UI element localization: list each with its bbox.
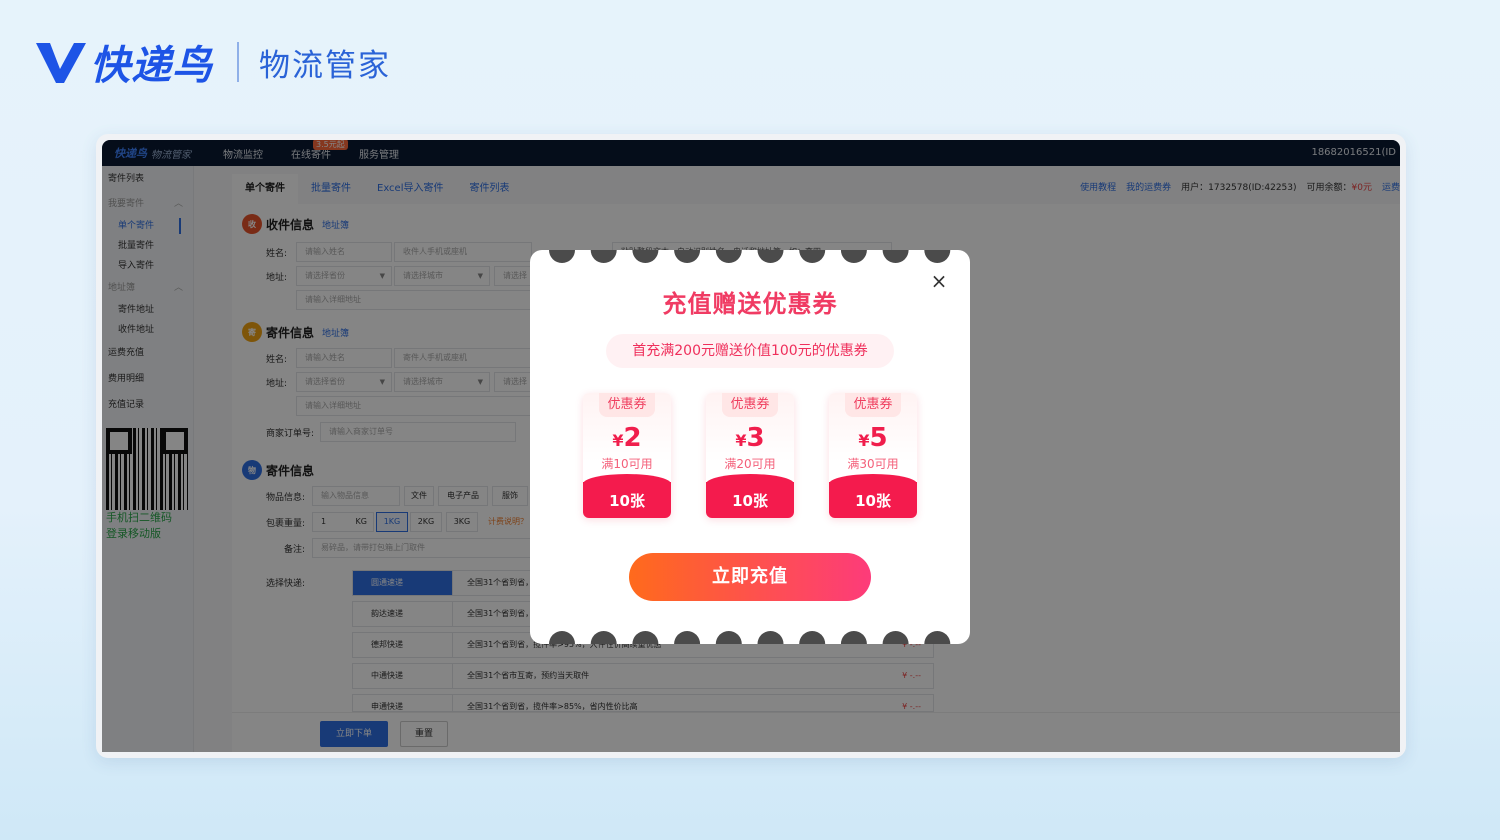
coupon-condition: 满30可用 [847, 457, 899, 471]
coupon-amount: ¥3 [706, 423, 794, 453]
coupon-card: 优惠券 ¥5 满30可用 10张 [829, 393, 917, 518]
coupon-condition: 满10可用 [601, 457, 653, 471]
coupon-yen: ¥ [858, 431, 870, 450]
coupon-tag: 优惠券 [845, 393, 901, 417]
recharge-now-button[interactable]: 立即充值 [629, 553, 871, 601]
coupon-card: 优惠券 ¥3 满20可用 10张 [706, 393, 794, 518]
coupon-tag: 优惠券 [722, 393, 778, 417]
brand-logo: 快递鸟 [34, 33, 213, 91]
coupon-amount: ¥5 [829, 423, 917, 453]
coupon-tag: 优惠券 [599, 393, 655, 417]
brand-divider [237, 42, 239, 82]
coupon-card: 优惠券 ¥2 满10可用 10张 [583, 393, 671, 518]
coupon-count: 10张 [706, 474, 794, 518]
coupon-amount-value: 2 [623, 423, 642, 453]
brand-subtitle: 物流管家 [259, 47, 391, 84]
coupon-modal: × 充值赠送优惠券 首充满200元赠送价值100元的优惠券 优惠券 ¥2 满10… [530, 250, 970, 644]
v-logo-icon [36, 43, 86, 83]
coupon-amount-value: 3 [746, 423, 765, 453]
brand-header: 快递鸟 物流管家 [34, 33, 391, 91]
modal-title: 充值赠送优惠券 [662, 290, 838, 318]
coupon-amount-value: 5 [869, 423, 888, 453]
coupon-yen: ¥ [735, 431, 747, 450]
coupon-amount: ¥2 [583, 423, 671, 453]
brand-name: 快递鸟 [90, 43, 213, 89]
coupon-count: 10张 [829, 474, 917, 518]
coupon-count: 10张 [583, 474, 671, 518]
coupon-condition: 满20可用 [724, 457, 776, 471]
promo-pill: 首充满200元赠送价值100元的优惠券 [606, 334, 894, 368]
coupon-yen: ¥ [612, 431, 624, 450]
